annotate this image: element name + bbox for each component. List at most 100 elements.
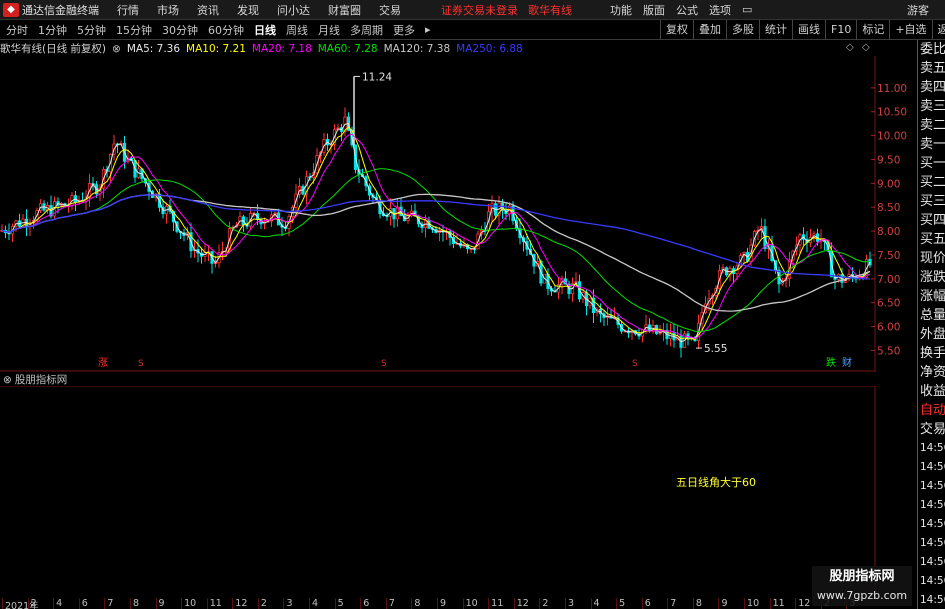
price-tick-label: 9.00 bbox=[877, 178, 900, 190]
back-button[interactable]: 返回 bbox=[931, 20, 945, 40]
chart-background bbox=[0, 56, 917, 372]
time-axis-label: 6 bbox=[360, 598, 369, 609]
multi-stock-button[interactable]: 多股 bbox=[726, 20, 759, 40]
indicator-header: ⊗ 股朋指标网 bbox=[0, 373, 67, 387]
tab-monthly[interactable]: 月线 bbox=[318, 22, 340, 38]
quote-field-18: 收益 bbox=[920, 384, 945, 399]
price-tick-label: 6.00 bbox=[877, 322, 900, 334]
time-axis-label: 9 bbox=[437, 598, 446, 609]
tab-30min[interactable]: 30分钟 bbox=[162, 22, 198, 38]
quote-side-panel: 委比 卖五 卖四 卖三 卖二 卖一 买一 买二 买三 买四 买五 现价 涨跌 涨幅 总量 外盘 换手 净资 收益 自… bbox=[917, 40, 945, 609]
tab-more[interactable]: 更多 bbox=[393, 22, 415, 38]
tab-weekly[interactable]: 周线 bbox=[286, 22, 308, 38]
quote-field-4: 卖二 bbox=[920, 118, 945, 133]
ma5-label: MA5: 7.36 bbox=[126, 42, 181, 55]
window-minimize-icon[interactable]: ▭ bbox=[742, 3, 752, 16]
indicator-chart[interactable] bbox=[0, 386, 917, 598]
time-axis-label: 3 bbox=[283, 598, 293, 609]
quote-field-6: 买一 bbox=[920, 156, 945, 171]
f10-button[interactable]: F10 bbox=[825, 20, 856, 40]
trade-login-status[interactable]: 证券交易未登录 bbox=[441, 2, 518, 18]
quote-field-0: 委比 bbox=[920, 42, 945, 57]
ma20-label: MA20: 7.18 bbox=[251, 42, 312, 55]
trade-time-6: 14:56 bbox=[920, 556, 945, 568]
menu-function[interactable]: 功能 bbox=[610, 2, 632, 18]
time-axis-label: 5 bbox=[616, 598, 625, 609]
menu-item-markets[interactable]: 市场 bbox=[157, 2, 179, 18]
period-tab-bar: 分时 1分钟 5分钟 15分钟 30分钟 60分钟 日线 周线 月线 多周期 更… bbox=[0, 20, 945, 40]
trade-time-list: 14:56 14:56 14:56 14:56 14:56 14:56 14:56 14:56… bbox=[918, 439, 945, 609]
statistics-button[interactable]: 统计 bbox=[759, 20, 792, 40]
watermark-url: www.7gpzb.com bbox=[816, 589, 908, 602]
tab-multi-period[interactable]: 多周期 bbox=[350, 22, 383, 38]
ma250-label: MA250: 6.88 bbox=[456, 42, 523, 55]
guest-user[interactable]: 游客 bbox=[907, 2, 929, 18]
mark-button[interactable]: 标记 bbox=[856, 20, 889, 40]
more-arrow-icon[interactable]: ▸ bbox=[425, 23, 431, 36]
adjust-button[interactable]: 复权 bbox=[660, 20, 693, 40]
tab-5min[interactable]: 5分钟 bbox=[77, 22, 106, 38]
time-axis: 2021年 2 4 6 7 8 9 10 11 12 2 3 4 5 6 7 8 9 10 11 12 2 3 4 5 6 7 8 9 1… bbox=[0, 598, 875, 609]
low-price-label: 5.55 bbox=[704, 343, 727, 355]
price-tick-label: 8.50 bbox=[877, 202, 900, 214]
time-axis-label: 4 bbox=[309, 598, 318, 609]
menu-item-market[interactable]: 行情 bbox=[117, 2, 139, 18]
indicator-background bbox=[0, 386, 917, 598]
trade-time-1: 14:56 bbox=[920, 461, 945, 473]
site-watermark: 股朋指标网 www.7gpzb.com bbox=[812, 566, 912, 606]
tab-1min[interactable]: 1分钟 bbox=[38, 22, 67, 38]
indicator-caption: 五日线角大于60 bbox=[676, 476, 756, 489]
quote-field-14: 总量 bbox=[920, 308, 945, 323]
watermark-title: 股朋指标网 bbox=[829, 569, 895, 584]
current-stock-name: 歌华有线 bbox=[528, 3, 572, 17]
time-axis-label: 11 bbox=[488, 598, 503, 609]
time-axis-label: 3 bbox=[564, 598, 574, 609]
menu-options[interactable]: 选项 bbox=[709, 2, 731, 18]
add-watchlist-button[interactable]: +自选 bbox=[889, 20, 931, 40]
chart-diamond-icon-2[interactable]: ◇ bbox=[862, 42, 870, 53]
draw-line-button[interactable]: 画线 bbox=[792, 20, 825, 40]
indicator-collapse-icon[interactable]: ⊗ bbox=[3, 374, 12, 386]
tab-timeshare[interactable]: 分时 bbox=[6, 22, 28, 38]
ma60-label: MA60: 7.28 bbox=[317, 42, 378, 55]
price-tick-label: 10.50 bbox=[877, 107, 907, 119]
overlay-button[interactable]: 叠加 bbox=[693, 20, 726, 40]
price-tick-label: 7.50 bbox=[877, 250, 900, 262]
time-axis-label: 2 bbox=[539, 598, 548, 609]
time-axis-label: 8 bbox=[692, 598, 702, 609]
quote-field-list: 委比 卖五 卖四 卖三 卖二 卖一 买一 买二 买三 买四 买五 现价 涨跌 涨幅 总量 外盘 换手 净资 收益 bbox=[918, 40, 945, 401]
menu-item-wealth[interactable]: 财富圈 bbox=[328, 2, 361, 18]
finance-report-marker: 财 bbox=[842, 356, 852, 369]
menu-item-news[interactable]: 资讯 bbox=[197, 2, 219, 18]
tab-daily[interactable]: 日线 bbox=[254, 22, 276, 38]
time-axis-label: 10 bbox=[462, 598, 478, 609]
dividend-marker-icon: S bbox=[381, 359, 387, 369]
chart-toolbar: 复权 叠加 多股 统计 画线 F10 标记 +自选 返回 bbox=[660, 20, 945, 40]
quote-field-15: 外盘 bbox=[920, 327, 945, 342]
quote-field-1: 卖五 bbox=[920, 61, 945, 76]
quote-field-12: 涨跌 bbox=[920, 270, 945, 285]
menu-item-discover[interactable]: 发现 bbox=[237, 2, 259, 18]
menu-item-trade[interactable]: 交易 bbox=[379, 2, 401, 18]
menu-layout[interactable]: 版面 bbox=[643, 2, 665, 18]
menu-item-ask[interactable]: 问小达 bbox=[277, 2, 310, 18]
quote-field-8: 买三 bbox=[920, 194, 945, 209]
price-tick-label: 7.00 bbox=[877, 274, 900, 286]
ma10-label: MA10: 7.21 bbox=[186, 42, 246, 55]
menu-formula[interactable]: 公式 bbox=[676, 2, 698, 18]
time-axis-label: 9 bbox=[155, 598, 165, 609]
tab-15min[interactable]: 15分钟 bbox=[116, 22, 152, 38]
price-tick-label: 6.50 bbox=[877, 298, 900, 310]
time-axis-label: 11 bbox=[769, 598, 785, 609]
time-axis-label: 9 bbox=[718, 598, 728, 609]
time-axis-label: 10 bbox=[181, 598, 196, 609]
price-tick-label: 10.00 bbox=[877, 131, 907, 143]
time-axis-label: 7 bbox=[385, 598, 395, 609]
trade-detail-label[interactable]: 交易 bbox=[918, 420, 945, 439]
candlestick-chart[interactable]: 11.00 10.50 10.00 9.50 9.00 8.50 8.00 7.50 7.00 6… bbox=[0, 56, 917, 372]
time-axis-label: 11 bbox=[206, 598, 222, 609]
chart-diamond-icon[interactable]: ◇ bbox=[846, 42, 854, 53]
auto-label[interactable]: 自动 bbox=[918, 401, 945, 420]
tab-60min[interactable]: 60分钟 bbox=[208, 22, 244, 38]
collapse-icon[interactable]: ⊗ bbox=[112, 43, 121, 55]
